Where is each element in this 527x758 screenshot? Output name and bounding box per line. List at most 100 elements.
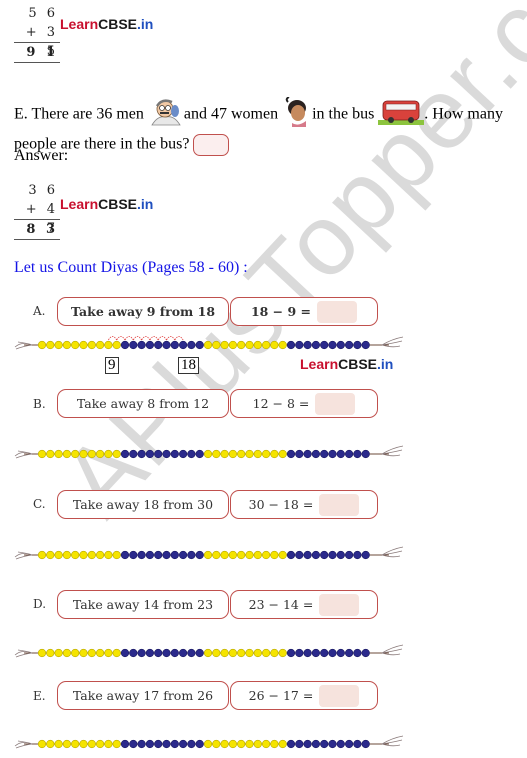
bead-blue — [195, 739, 204, 749]
bead-yellow — [54, 739, 63, 749]
bead-yellow — [262, 648, 271, 658]
bead-yellow — [54, 550, 63, 560]
bead-yellow — [104, 550, 113, 560]
exercise-b-instruction: Take away 8 from 12 — [57, 389, 229, 418]
bead-blue — [320, 648, 329, 658]
bead-blue — [120, 739, 130, 749]
woman-icon — [282, 96, 312, 133]
bead-blue — [129, 340, 138, 350]
bead-yellow — [203, 340, 213, 350]
answer-blank[interactable] — [319, 593, 360, 616]
bead-blue — [154, 550, 163, 560]
bead-blue — [361, 340, 370, 350]
bead-yellow — [245, 449, 254, 459]
bead-yellow — [112, 340, 121, 350]
bead-blue — [137, 340, 146, 350]
bead-blue — [361, 449, 370, 459]
bead-yellow — [71, 648, 80, 658]
bead-blue — [311, 648, 321, 658]
bead-yellow — [278, 648, 287, 658]
bead-blue — [170, 739, 179, 749]
brand-cbse: CBSE — [338, 356, 378, 372]
bead-yellow — [228, 648, 237, 658]
bead-blue — [311, 550, 321, 560]
learncbse-logo: LearnCBSE.in — [60, 16, 153, 32]
man-icon — [148, 97, 184, 133]
bead-yellow — [87, 340, 96, 350]
answer-input-box[interactable] — [193, 134, 230, 156]
bead-blue — [311, 739, 321, 749]
bead-blue — [328, 550, 337, 560]
bead-yellow — [278, 550, 287, 560]
bead-string-d — [14, 644, 404, 658]
bead-blue — [162, 340, 171, 350]
bead-blue — [345, 449, 354, 459]
bead-blue — [303, 550, 312, 560]
bead-yellow — [245, 340, 254, 350]
bead-yellow — [220, 340, 229, 350]
bead-yellow — [62, 648, 72, 658]
question-e-line1: E. There are 36 men and 47 women in the … — [14, 96, 503, 133]
bead-yellow — [270, 340, 279, 350]
bead-yellow — [54, 449, 63, 459]
exercise-a-equation: 18 − 9 = — [230, 297, 378, 326]
sum-result: 9 1 — [14, 42, 60, 63]
question-text-3: in the bus — [312, 105, 379, 123]
bead-blue — [120, 449, 130, 459]
bead-blue — [154, 449, 163, 459]
hop-arc — [157, 336, 167, 341]
bead-blue — [328, 739, 337, 749]
hop-arc — [108, 336, 118, 341]
hop-arc — [132, 336, 142, 341]
bead-yellow — [212, 648, 221, 658]
hop-arc — [149, 336, 159, 341]
bead-blue — [345, 340, 354, 350]
addition-36-47: 3 6 + 4 7 8 3 — [14, 181, 60, 240]
bead-yellow — [253, 739, 262, 749]
answer-blank[interactable] — [319, 493, 360, 516]
bead-yellow — [228, 340, 237, 350]
bead-blue — [286, 550, 296, 560]
bead-yellow — [46, 449, 55, 459]
bead-yellow — [104, 449, 113, 459]
answer-blank[interactable] — [317, 300, 358, 323]
bead-blue — [162, 449, 171, 459]
bead-blue — [303, 648, 312, 658]
bead-yellow — [37, 648, 47, 658]
bead-yellow — [95, 449, 105, 459]
bead-yellow — [228, 550, 237, 560]
bead-yellow — [245, 739, 254, 749]
answer-blank[interactable] — [319, 684, 360, 707]
bead-yellow — [262, 340, 271, 350]
bead-yellow — [104, 340, 113, 350]
left-tassel — [14, 649, 33, 658]
bead-blue — [328, 648, 337, 658]
bead-blue — [353, 550, 362, 560]
exercise-d-label: D. — [33, 597, 47, 611]
bead-blue — [145, 550, 154, 560]
bead-yellow — [79, 648, 88, 658]
bead-blue — [129, 739, 138, 749]
bead-blue — [187, 449, 196, 459]
left-tassel — [14, 551, 33, 560]
exercise-e-equation: 26 − 17 = — [230, 681, 378, 710]
bead-yellow — [203, 449, 213, 459]
left-tassel — [14, 341, 33, 350]
bead-blue — [328, 449, 337, 459]
bead-yellow — [87, 648, 96, 658]
bead-yellow — [253, 648, 262, 658]
bead-blue — [145, 648, 154, 658]
bead-blue — [195, 550, 204, 560]
bead-yellow — [87, 449, 96, 459]
bead-yellow — [212, 449, 221, 459]
bead-blue — [170, 550, 179, 560]
equation-text: 18 − 9 = — [250, 304, 312, 319]
bead-blue — [120, 648, 130, 658]
bead-yellow — [54, 340, 63, 350]
left-tassel — [14, 450, 33, 459]
bead-yellow — [270, 449, 279, 459]
answer-blank[interactable] — [315, 392, 356, 415]
bead-blue — [286, 340, 296, 350]
bead-yellow — [95, 648, 105, 658]
bead-yellow — [270, 550, 279, 560]
